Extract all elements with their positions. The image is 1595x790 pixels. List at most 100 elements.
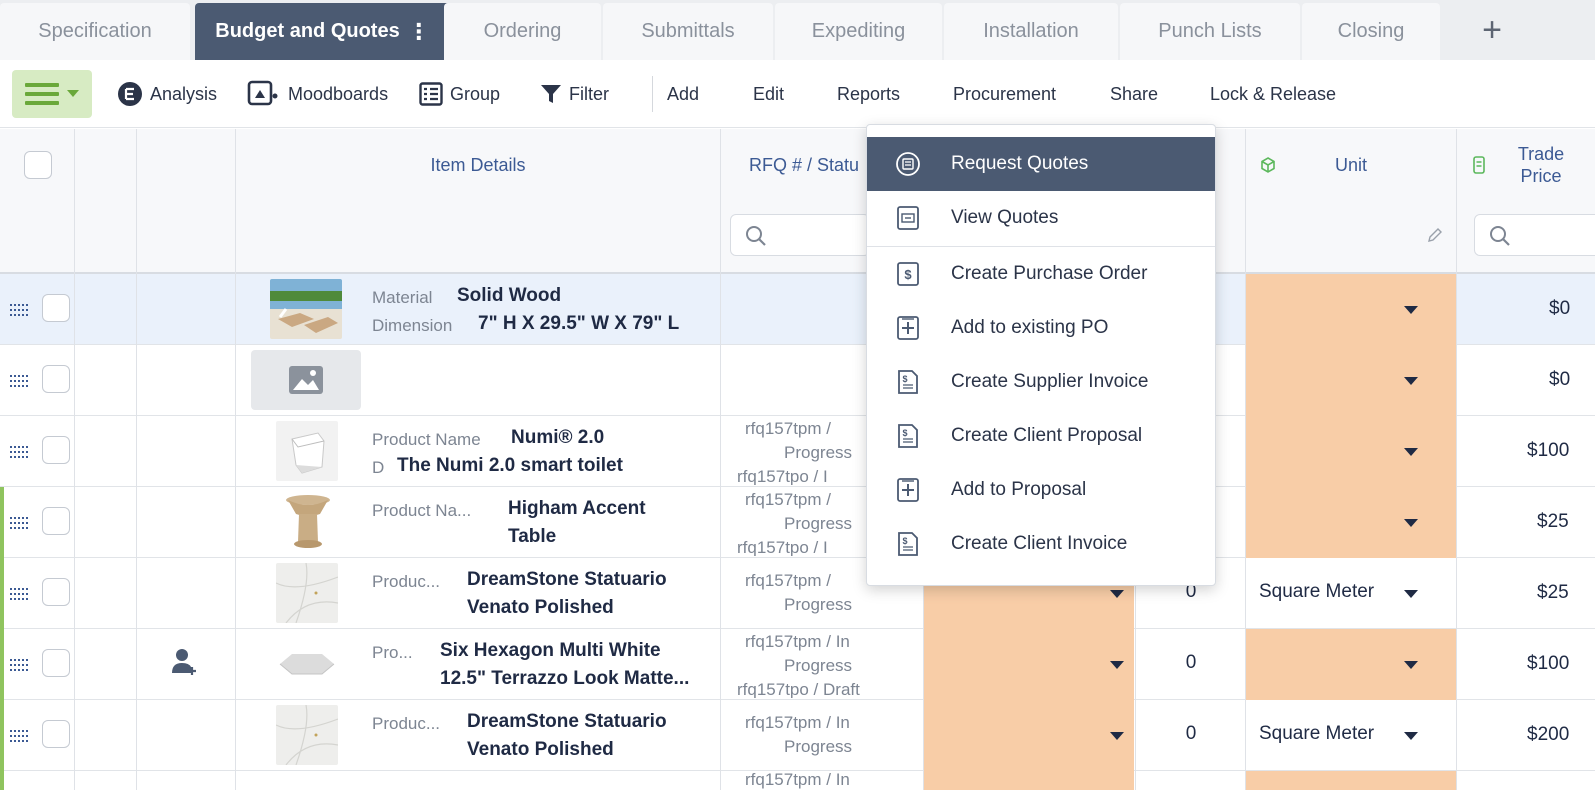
tab-budget-and-quotes[interactable]: Budget and Quotes ⋮ [195, 3, 450, 60]
trade-price-header-line2: Price [1520, 166, 1562, 186]
menu-item-add-to-proposal[interactable]: Add to Proposal [867, 463, 1215, 517]
rfq-number[interactable]: rfq157tpo / Draft [737, 678, 860, 698]
drag-handle-icon[interactable] [10, 727, 30, 743]
drag-handle-icon[interactable] [10, 514, 30, 530]
unit-dropdown[interactable] [1246, 274, 1456, 345]
table-row[interactable]: Product Name Numi® 2.0 D The Numi 2.0 sm… [0, 416, 1595, 487]
table-row[interactable]: rfq157tpm / In [0, 771, 1595, 790]
rfq-search-input[interactable] [730, 214, 870, 256]
menu-item-label: Create Client Invoice [951, 533, 1128, 554]
tab-submittals[interactable]: Submittals [603, 3, 773, 60]
unit-value[interactable]: Square Meter [1259, 581, 1374, 603]
tab-expediting[interactable]: Expediting [775, 3, 942, 60]
kebab-menu-icon[interactable]: ⋮ [408, 20, 430, 43]
attribute-value: DreamStone Statuario [467, 569, 667, 590]
row-checkbox[interactable] [42, 720, 70, 748]
column-header-item-details[interactable]: Item Details [236, 129, 720, 201]
rfq-number[interactable]: rfq157tpm / In [745, 771, 850, 790]
status-dropdown[interactable] [924, 771, 1134, 790]
procurement-button[interactable]: Procurement [953, 60, 1056, 128]
table-row[interactable]: $0 [0, 345, 1595, 416]
svg-text:$: $ [904, 267, 912, 282]
add-tab-plus-icon[interactable]: + [1472, 10, 1512, 50]
table-row[interactable]: Pro... Six Hexagon Multi White 12.5" Ter… [0, 629, 1595, 700]
attribute-value: Solid Wood [457, 285, 562, 306]
rfq-number[interactable]: rfq157tpm / [745, 417, 831, 441]
tab-closing[interactable]: Closing [1302, 3, 1440, 60]
rfq-number[interactable]: rfq157tpo / I [737, 465, 828, 485]
column-header-trade-price[interactable]: Trade Price [1457, 129, 1595, 201]
rfq-number[interactable]: rfq157tpm / In [745, 630, 850, 654]
filter-button[interactable]: Filter [540, 60, 609, 128]
menu-item-view-quotes[interactable]: View Quotes [867, 191, 1215, 245]
row-checkbox[interactable] [42, 436, 70, 464]
group-indicator [0, 629, 4, 700]
drag-handle-icon[interactable] [10, 372, 30, 388]
group-indicator [0, 700, 4, 771]
row-checkbox[interactable] [42, 578, 70, 606]
moodboards-button[interactable]: Moodboards [247, 60, 388, 128]
caret-down-icon [1110, 732, 1124, 740]
row-checkbox[interactable] [42, 507, 70, 535]
drag-handle-icon[interactable] [10, 656, 30, 672]
unit-dropdown[interactable] [1246, 629, 1456, 700]
rfq-number[interactable]: rfq157tpo / I [737, 536, 828, 556]
trade-price-value: $25 [1537, 511, 1569, 532]
unit-value[interactable]: Square Meter [1259, 723, 1374, 745]
menu-item-create-client-proposal[interactable]: $ Create Client Proposal [867, 409, 1215, 463]
attribute-value: Numi® 2.0 [511, 427, 605, 448]
lock-release-button[interactable]: Lock & Release [1210, 60, 1336, 128]
caret-down-icon[interactable] [1404, 732, 1418, 740]
menu-item-create-supplier-invoice[interactable]: $ Create Supplier Invoice [867, 355, 1215, 409]
share-button[interactable]: Share [1110, 60, 1158, 128]
status-dropdown[interactable] [924, 700, 1134, 771]
unit-dropdown[interactable] [1246, 345, 1456, 416]
pencil-icon[interactable] [1426, 226, 1444, 244]
tab-punch-lists[interactable]: Punch Lists [1120, 3, 1300, 60]
drag-handle-icon[interactable] [10, 585, 30, 601]
table-row[interactable]: Material Solid Wood Dimension 7" H X 29.… [0, 274, 1595, 345]
row-checkbox[interactable] [42, 294, 70, 322]
table-row[interactable]: Product Na... Higham Accent Table rfq157… [0, 487, 1595, 558]
select-all-checkbox[interactable] [24, 151, 52, 179]
unit-dropdown[interactable] [1246, 416, 1456, 487]
product-thumbnail [280, 492, 336, 552]
rfq-status: Progress [784, 595, 853, 614]
menu-item-create-client-invoice[interactable]: $ Create Client Invoice [867, 517, 1215, 571]
rfq-number[interactable]: rfq157tpm / In [745, 711, 850, 735]
table-row[interactable]: Produc... DreamStone Statuario Venato Po… [0, 700, 1595, 771]
search-icon [1490, 226, 1510, 246]
column-header-rfq-status[interactable]: RFQ # / Statu [721, 129, 881, 201]
drag-handle-icon[interactable] [10, 443, 30, 459]
unit-dropdown[interactable] [1246, 487, 1456, 558]
tab-ordering[interactable]: Ordering [444, 3, 601, 60]
edit-button[interactable]: Edit [753, 60, 784, 128]
menu-item-create-purchase-order[interactable]: $ Create Purchase Order [867, 247, 1215, 301]
group-button[interactable]: Group [419, 60, 500, 128]
image-placeholder[interactable] [251, 350, 361, 410]
column-header-unit[interactable]: Unit [1246, 129, 1456, 201]
hamburger-menu-button[interactable] [12, 70, 92, 118]
trade-price-search-input[interactable] [1474, 214, 1595, 256]
analysis-button[interactable]: Analysis [117, 60, 217, 128]
reports-button[interactable]: Reports [837, 60, 900, 128]
status-dropdown[interactable] [924, 629, 1134, 700]
tab-specification[interactable]: Specification [0, 3, 190, 60]
add-button[interactable]: Add [667, 60, 699, 128]
menu-item-add-to-existing-po[interactable]: Add to existing PO [867, 301, 1215, 355]
table-row[interactable]: Produc... DreamStone Statuario Venato Po… [0, 558, 1595, 629]
tab-label: Punch Lists [1158, 20, 1262, 42]
attribute-value: Higham Accent [508, 498, 646, 519]
tab-installation[interactable]: Installation [944, 3, 1118, 60]
drag-handle-icon[interactable] [10, 301, 30, 317]
menu-item-label: Create Client Proposal [951, 425, 1143, 446]
unit-dropdown[interactable] [1246, 771, 1456, 790]
menu-item-request-quotes[interactable]: Request Quotes [867, 137, 1215, 191]
rfq-number[interactable]: rfq157tpm / [745, 569, 831, 593]
share-label: Share [1110, 83, 1159, 104]
caret-down-icon[interactable] [1404, 590, 1418, 598]
rfq-number[interactable]: rfq157tpm / [745, 488, 831, 512]
row-checkbox[interactable] [42, 649, 70, 677]
row-checkbox[interactable] [42, 365, 70, 393]
assign-user-icon[interactable] [172, 647, 198, 677]
